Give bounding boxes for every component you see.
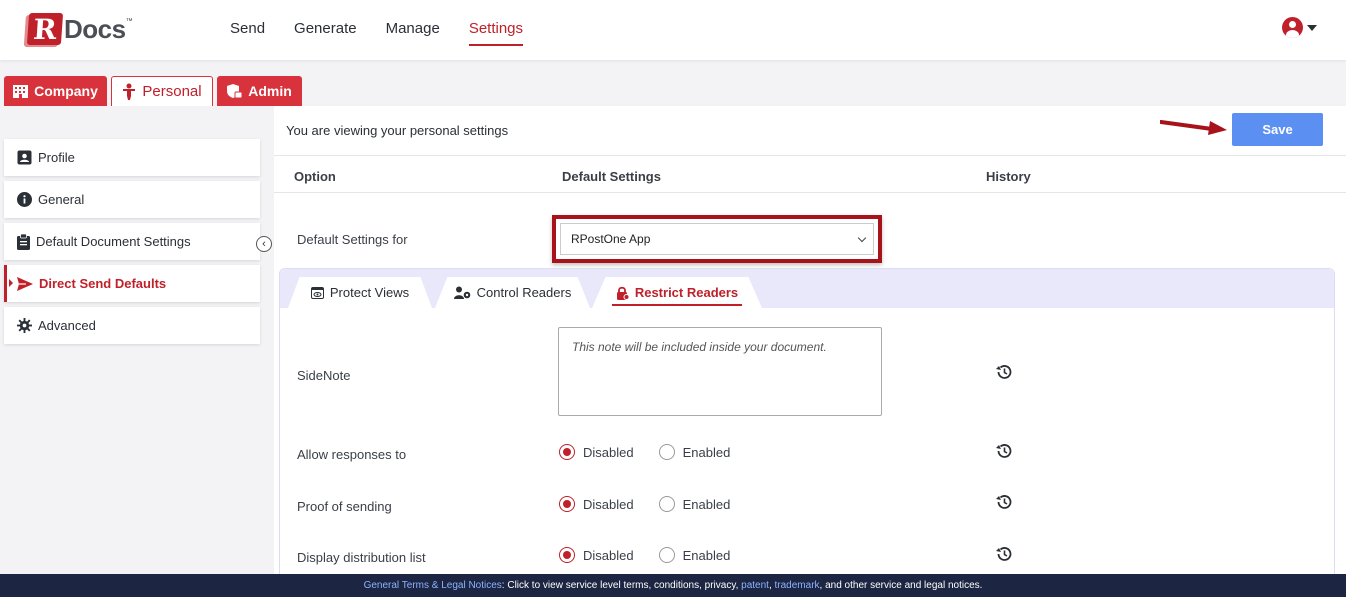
proof-of-sending-enabled-radio[interactable]	[658, 496, 675, 512]
users-gear-icon	[453, 286, 470, 299]
active-tab-underline	[612, 304, 742, 306]
proof-of-sending-label: Proof of sending	[297, 499, 392, 514]
chevron-down-icon	[857, 233, 867, 242]
tab-admin[interactable]: Admin	[217, 76, 302, 106]
allow-responses-enabled-radio[interactable]	[658, 444, 675, 460]
highlight-box: RPostOne App	[552, 215, 882, 263]
settings-panel: You are viewing your personal settings S…	[274, 106, 1346, 576]
tab-company[interactable]: Company	[4, 76, 107, 106]
tab-control-readers[interactable]: Control Readers	[435, 277, 590, 308]
column-option: Option	[294, 169, 336, 184]
top-header: R Docs ™ Send Generate Manage Settings	[0, 0, 1346, 60]
id-card-icon	[17, 150, 32, 165]
tab-personal[interactable]: Personal	[111, 76, 213, 106]
pointer-arrow-icon	[1160, 120, 1227, 135]
trademark-link[interactable]: trademark	[775, 580, 820, 591]
radio-label: Enabled	[682, 444, 731, 460]
allow-responses-radio-group: Disabled Enabled	[559, 444, 755, 460]
terms-link[interactable]: General Terms & Legal Notices	[364, 580, 502, 591]
tab-company-label: Company	[34, 83, 98, 99]
sub-tab-bar: Protect Views Control Readers Restrict R…	[280, 269, 1334, 308]
page-notice: You are viewing your personal settings	[286, 123, 509, 138]
eye-window-icon	[310, 286, 324, 299]
logo-word: Docs	[64, 13, 126, 44]
caret-down-icon	[1307, 24, 1317, 31]
logo-badge: R	[26, 13, 64, 46]
sidebar-item-profile[interactable]: Profile	[4, 139, 260, 176]
info-icon	[17, 192, 32, 207]
default-settings-for-select[interactable]: RPostOne App	[560, 223, 874, 255]
footer-text: : Click to view service level terms, con…	[501, 580, 742, 591]
legal-footer: General Terms & Legal Notices : Click to…	[0, 574, 1346, 597]
tab-protect-views-label: Protect Views	[329, 285, 410, 300]
radio-label: Disabled	[583, 547, 634, 563]
radio-label: Enabled	[682, 496, 731, 512]
radio-label: Enabled	[682, 547, 731, 563]
sidebar-item-general[interactable]: General	[4, 181, 260, 218]
footer-text-end: , and other service and legal notices.	[819, 580, 983, 591]
main-nav: Send Generate Manage Settings	[230, 20, 524, 46]
history-icon[interactable]	[995, 545, 1013, 563]
sidebar-item-label: General	[38, 192, 85, 207]
radio-label: Disabled	[583, 444, 634, 460]
proof-of-sending-disabled-radio[interactable]	[559, 496, 575, 512]
tab-protect-views[interactable]: Protect Views	[288, 277, 432, 308]
user-menu[interactable]	[1282, 17, 1317, 38]
column-default-settings: Default Settings	[562, 169, 661, 184]
building-icon	[13, 85, 29, 98]
clipboard-icon	[17, 233, 30, 250]
sidebar-item-label: Default Document Settings	[36, 234, 191, 249]
gear-icon	[17, 318, 32, 333]
column-history: History	[986, 169, 1031, 184]
sidebar-item-default-document-settings[interactable]: Default Document Settings	[4, 223, 260, 260]
sidebar-item-advanced[interactable]: Advanced	[4, 307, 260, 344]
history-icon[interactable]	[995, 493, 1013, 511]
send-icon	[17, 276, 33, 291]
person-icon	[123, 83, 136, 100]
nav-send[interactable]: Send	[230, 20, 265, 46]
proof-of-sending-radio-group: Disabled Enabled	[559, 496, 755, 512]
restrict-readers-panel: Protect Views Control Readers Restrict R…	[279, 268, 1335, 576]
display-distribution-list-label: Display distribution list	[297, 550, 426, 565]
display-distribution-disabled-radio[interactable]	[559, 547, 575, 563]
sidebar-item-label: Profile	[38, 150, 75, 165]
user-circle-icon	[1282, 17, 1303, 38]
sidenote-textarea[interactable]: This note will be included inside your d…	[558, 327, 882, 416]
history-icon[interactable]	[995, 442, 1013, 460]
allow-responses-disabled-radio[interactable]	[559, 444, 575, 460]
display-distribution-list-radio-group: Disabled Enabled	[559, 547, 755, 563]
shield-lock-icon	[227, 83, 243, 98]
patent-link[interactable]: patent	[741, 580, 769, 591]
display-distribution-enabled-radio[interactable]	[658, 547, 675, 563]
logo-trademark: ™	[125, 18, 133, 25]
sidebar-item-label: Direct Send Defaults	[39, 276, 167, 291]
sidenote-label: SideNote	[297, 368, 351, 383]
save-button[interactable]: Save	[1232, 113, 1323, 146]
tab-restrict-readers[interactable]: Restrict Readers	[592, 277, 762, 308]
tab-control-readers-label: Control Readers	[476, 285, 572, 300]
sidebar-collapse-button[interactable]: ‹	[256, 236, 272, 252]
select-value: RPostOne App	[571, 232, 651, 246]
allow-responses-label: Allow responses to	[297, 447, 407, 462]
radio-label: Disabled	[583, 496, 634, 512]
history-icon[interactable]	[995, 363, 1013, 381]
tab-restrict-readers-label: Restrict Readers	[634, 285, 739, 300]
nav-manage[interactable]: Manage	[386, 20, 440, 46]
rdocs-logo[interactable]: R Docs ™	[26, 12, 133, 46]
sidebar-item-label: Advanced	[38, 318, 96, 333]
nav-settings[interactable]: Settings	[468, 20, 524, 46]
default-settings-for-label: Default Settings for	[297, 232, 408, 247]
column-headers: Option Default Settings History	[274, 155, 1346, 193]
tab-personal-label: Personal	[142, 83, 202, 100]
nav-generate[interactable]: Generate	[294, 20, 357, 46]
lock-icon	[616, 286, 629, 300]
tab-admin-label: Admin	[248, 83, 292, 99]
sidebar-item-direct-send-defaults[interactable]: Direct Send Defaults	[4, 265, 260, 302]
